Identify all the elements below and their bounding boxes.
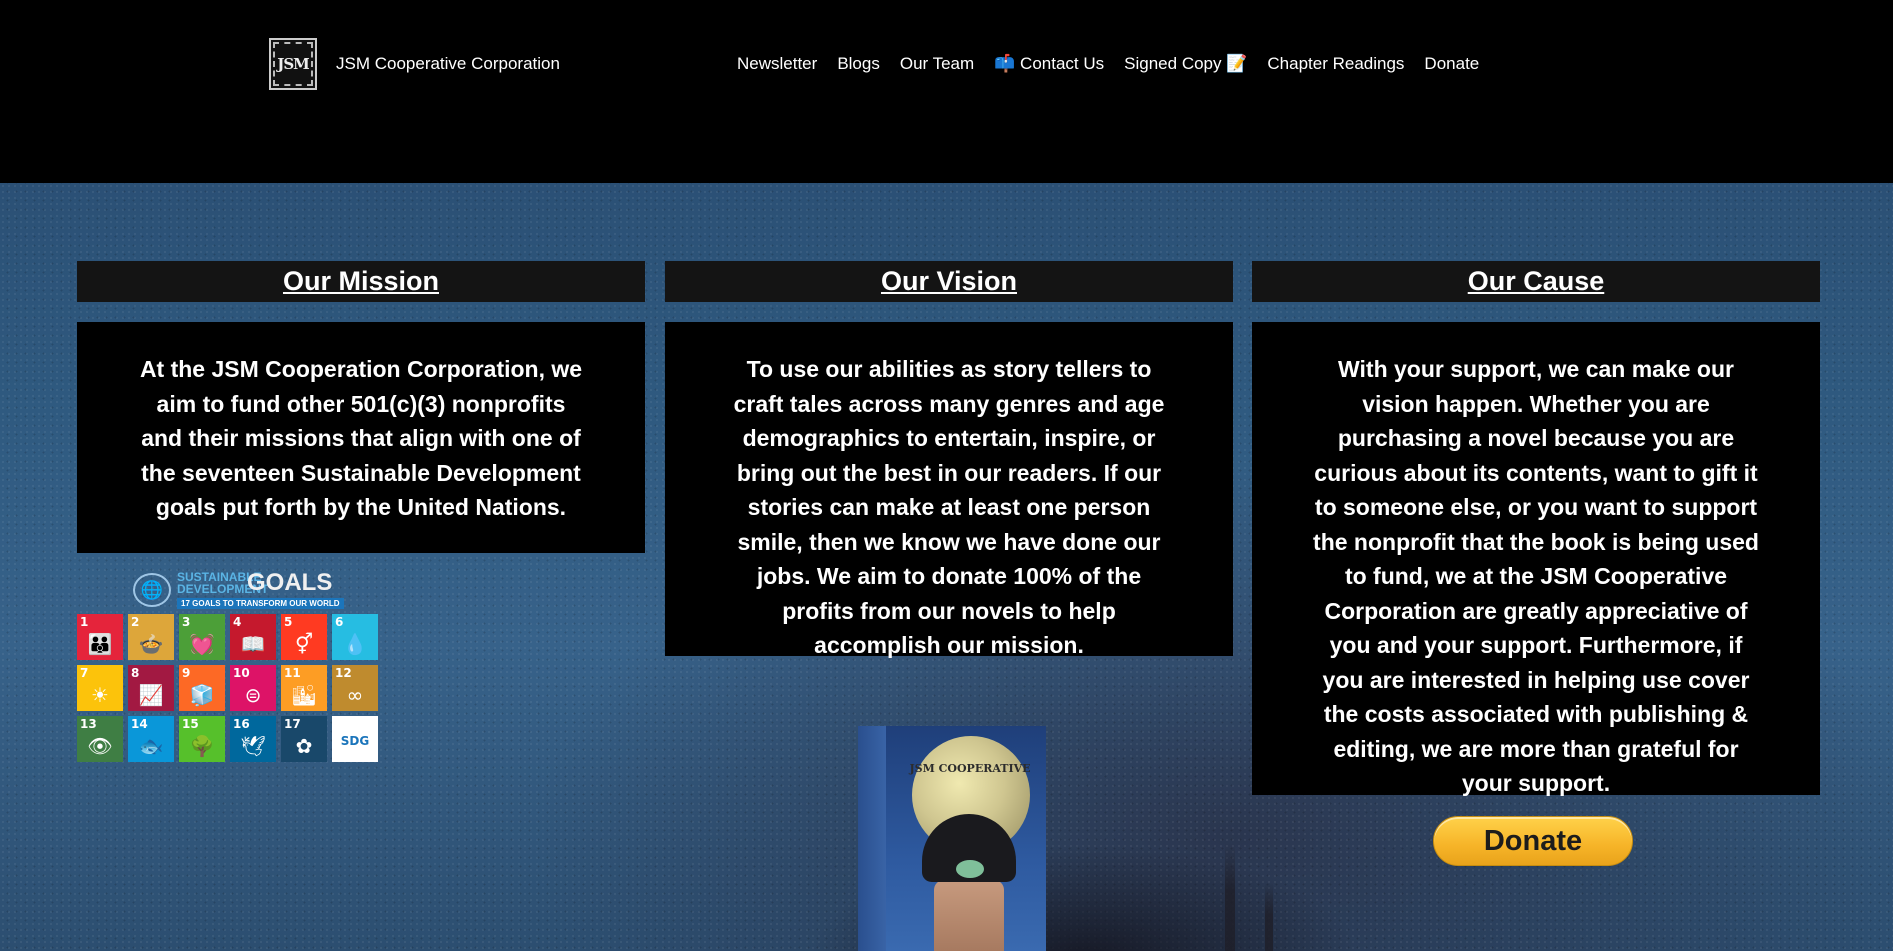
spire-shape (1225, 843, 1235, 951)
sdg-tile-number: 13 (80, 717, 97, 731)
sdg-tile: 5 ⚥ (281, 614, 327, 660)
donate-button[interactable]: Donate (1433, 816, 1633, 866)
nav-blogs[interactable]: Blogs (837, 54, 880, 74)
sdg-tile: 9 🧊 (179, 665, 225, 711)
sdg-goal-icon: ⊜ (244, 683, 262, 707)
sdg-tile-number: 14 (131, 717, 148, 731)
site-header: JSM JSM Cooperative Corporation Newslett… (0, 0, 1893, 183)
sdg-tile: 4 📖 (230, 614, 276, 660)
sdg-tile: 15 🌳 (179, 716, 225, 762)
sdg-tile-number: 9 (182, 666, 191, 680)
sdg-tile-number: 2 (131, 615, 140, 629)
sdg-tile-number: 11 (284, 666, 301, 680)
sdg-tile-number: 1 (80, 615, 89, 629)
sdg-goal-icon: ✿ (295, 734, 313, 758)
sdg-goal-icon: 👪 (87, 632, 113, 656)
sdg-tile: 6 💧 (332, 614, 378, 660)
cause-title: Our Cause (1467, 266, 1605, 296)
sdg-goal-icon: 🐟 (138, 734, 164, 758)
brand-name[interactable]: JSM Cooperative Corporation (336, 54, 560, 74)
sdg-tile: 7 ☀ (77, 665, 123, 711)
sdg-tile-number: 16 (233, 717, 250, 731)
sdg-goal-icon: 🕊 (240, 734, 266, 758)
nav-signed-copy[interactable]: Signed Copy 📝 (1124, 54, 1247, 74)
cause-text: With your support, we can make our visio… (1252, 322, 1820, 796)
vision-heading: Our Vision (665, 261, 1233, 302)
sdg-tile: 10 ⊜ (230, 665, 276, 711)
nav-chapter-readings[interactable]: Chapter Readings (1267, 54, 1404, 74)
sdg-goal-icon: 💓 (189, 632, 215, 656)
sdg-tile-number: 10 (233, 666, 250, 680)
sdg-tile-number: 17 (284, 717, 301, 731)
nav-contact-us[interactable]: 📫 Contact Us (994, 54, 1104, 74)
book-spine (858, 726, 888, 951)
sdg-goal-icon: 📖 (240, 632, 266, 656)
sdg-tile-number: 12 (335, 666, 352, 680)
sdg-tile: 11 🏙 (281, 665, 327, 711)
sdg-tile: 17 ✿ (281, 716, 327, 762)
logo-mark: JSM (273, 42, 313, 86)
sdg-grid: 1 👪 2 🍲 3 💓 4 📖 5 ⚥ 6 💧 7 ☀ 8 📈 9 🧊 10 ⊜ 11 🏙 12 ∞ 13 👁 14 🐟 15 🌳 16 🕊 1… (77, 614, 378, 762)
sdg-tile: 2 🍲 (128, 614, 174, 660)
sdg-goals-word: GOALS (247, 569, 333, 596)
vision-text: To use our abilities as story tellers to… (665, 322, 1233, 658)
sdg-tile: 16 🕊 (230, 716, 276, 762)
nav-our-team[interactable]: Our Team (900, 54, 974, 74)
sdg-goal-icon: 🏙 (291, 683, 317, 707)
sdg-tile: 12 ∞ (332, 665, 378, 711)
cause-heading: Our Cause (1252, 261, 1820, 302)
figure-with-cap (916, 814, 1022, 951)
sdg-goal-icon: 👁 (87, 734, 113, 758)
un-emblem-icon: 🌐 (133, 573, 171, 607)
sdg-tile-number: 7 (80, 666, 89, 680)
main-nav: Newsletter Blogs Our Team 📫 Contact Us S… (737, 54, 1499, 74)
vision-title: Our Vision (880, 266, 1018, 296)
logo[interactable]: JSM (269, 38, 317, 90)
mission-heading: Our Mission (77, 261, 645, 302)
sdg-goal-icon: 💧 (342, 632, 368, 656)
sdg-goal-icon: ⚥ (294, 632, 314, 656)
sdg-tile: 13 👁 (77, 716, 123, 762)
nav-donate[interactable]: Donate (1424, 54, 1479, 74)
sdg-tile: 14 🐟 (128, 716, 174, 762)
sdg-tile-number: 15 (182, 717, 199, 731)
sdg-tile-number: 6 (335, 615, 344, 629)
sdg-goal-icon: SDG (340, 734, 370, 748)
sdg-goal-icon: 🍲 (138, 632, 164, 656)
mission-title: Our Mission (282, 266, 439, 296)
nav-newsletter[interactable]: Newsletter (737, 54, 817, 74)
sdg-tile: 3 💓 (179, 614, 225, 660)
sdg-goal-icon: 🌳 (189, 734, 215, 758)
sdg-tile: 8 📈 (128, 665, 174, 711)
sdg-goal-icon: ☀ (91, 683, 109, 707)
book-title: JSM COOPERATIVE (909, 762, 1031, 775)
sdg-goal-icon: 📈 (138, 683, 164, 707)
sdg-logo: 🌐 SUSTAINABLE DEVELOPMENT GOALS 17 GOALS… (133, 569, 344, 609)
cap-logo (956, 860, 984, 878)
sdg-tile-number: 3 (182, 615, 191, 629)
sdg-tile: SDG (332, 716, 378, 762)
mission-text: At the JSM Cooperation Corporation, we a… (77, 322, 645, 553)
book-cover-image: JSM COOPERATIVE (858, 726, 1048, 951)
sdg-tile-number: 4 (233, 615, 242, 629)
sdg-tile: 1 👪 (77, 614, 123, 660)
sdg-tile-number: 8 (131, 666, 140, 680)
sdg-tile-number: 5 (284, 615, 293, 629)
spire-shape (1265, 883, 1273, 951)
figure-neck (934, 880, 1004, 951)
sdg-tagline: 17 GOALS TO TRANSFORM OUR WORLD (177, 598, 344, 609)
sdg-goal-icon: ∞ (346, 683, 364, 707)
sdg-goal-icon: 🧊 (189, 683, 215, 707)
